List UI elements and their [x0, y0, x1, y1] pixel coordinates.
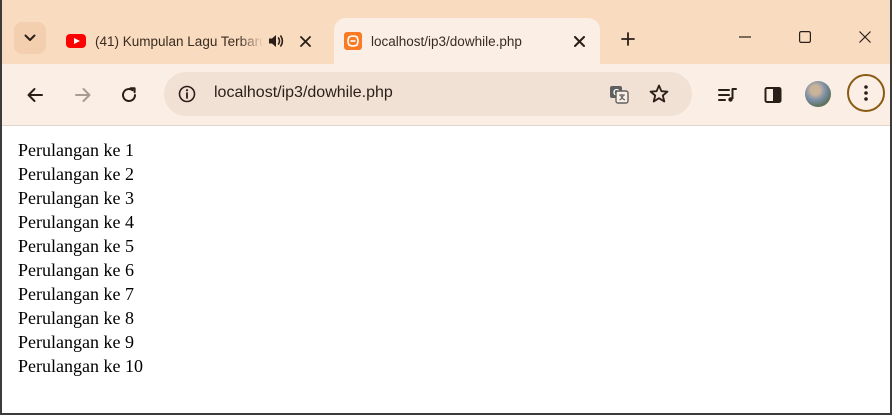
- queue-music-icon: [718, 88, 737, 102]
- loop-line: Perulangan ke 9: [18, 332, 134, 352]
- tab-search-button[interactable]: [14, 22, 46, 54]
- browser-toolbar: localhost/ip3/dowhile.php G: [0, 64, 892, 126]
- tab-title: localhost/ip3/dowhile.php: [371, 33, 522, 49]
- loop-line: Perulangan ke 1: [18, 140, 134, 160]
- minimize-button[interactable]: [722, 22, 768, 52]
- tab-title: (41) Kumpulan Lagu Terbaru: [95, 33, 264, 49]
- reload-button[interactable]: [114, 80, 144, 110]
- forward-button[interactable]: [68, 80, 98, 110]
- info-icon[interactable]: [178, 85, 196, 103]
- side-panel-button[interactable]: [758, 80, 788, 110]
- media-controls-button[interactable]: [713, 80, 743, 110]
- close-icon: [573, 35, 585, 47]
- url-text: localhost/ip3/dowhile.php: [214, 84, 393, 101]
- star-icon[interactable]: [648, 83, 670, 105]
- avatar[interactable]: [805, 81, 831, 107]
- youtube-icon: [66, 34, 86, 48]
- more-vert-icon: [864, 85, 868, 101]
- maximize-icon: [799, 31, 811, 43]
- plus-icon: [621, 32, 635, 46]
- loop-line: Perulangan ke 5: [18, 236, 134, 256]
- menu-button[interactable]: [847, 74, 885, 112]
- back-button[interactable]: [20, 80, 50, 110]
- loop-line: Perulangan ke 10: [18, 356, 143, 376]
- loop-line: Perulangan ke 7: [18, 284, 134, 304]
- minimize-icon: [739, 36, 751, 38]
- close-tab-button[interactable]: [568, 30, 590, 52]
- arrow-right-icon: [75, 88, 91, 102]
- loop-line: Perulangan ke 2: [18, 164, 134, 184]
- window-close-button[interactable]: [842, 22, 888, 52]
- maximize-button[interactable]: [782, 22, 828, 52]
- tab-strip: (41) Kumpulan Lagu Terbaru localhost/ip3…: [0, 0, 892, 64]
- arrow-left-icon: [27, 88, 43, 102]
- page-content: Perulangan ke 1 Perulangan ke 2 Perulang…: [18, 138, 143, 378]
- loop-line: Perulangan ke 4: [18, 212, 134, 232]
- speaker-icon[interactable]: [264, 33, 288, 49]
- chevron-down-icon: [24, 34, 36, 41]
- tab-youtube[interactable]: (41) Kumpulan Lagu Terbaru: [56, 18, 326, 64]
- close-icon: [859, 31, 871, 43]
- tab-localhost[interactable]: localhost/ip3/dowhile.php: [334, 18, 600, 64]
- loop-line: Perulangan ke 8: [18, 308, 134, 328]
- xampp-icon: [344, 32, 362, 50]
- loop-line: Perulangan ke 3: [18, 188, 134, 208]
- side-panel-icon: [764, 87, 782, 103]
- reload-icon: [122, 87, 136, 102]
- address-bar[interactable]: localhost/ip3/dowhile.php G: [164, 72, 692, 116]
- close-tab-button[interactable]: [294, 30, 316, 52]
- loop-line: Perulangan ke 6: [18, 260, 134, 280]
- new-tab-button[interactable]: [616, 27, 640, 51]
- translate-icon[interactable]: G: [608, 83, 630, 105]
- close-icon: [299, 35, 311, 47]
